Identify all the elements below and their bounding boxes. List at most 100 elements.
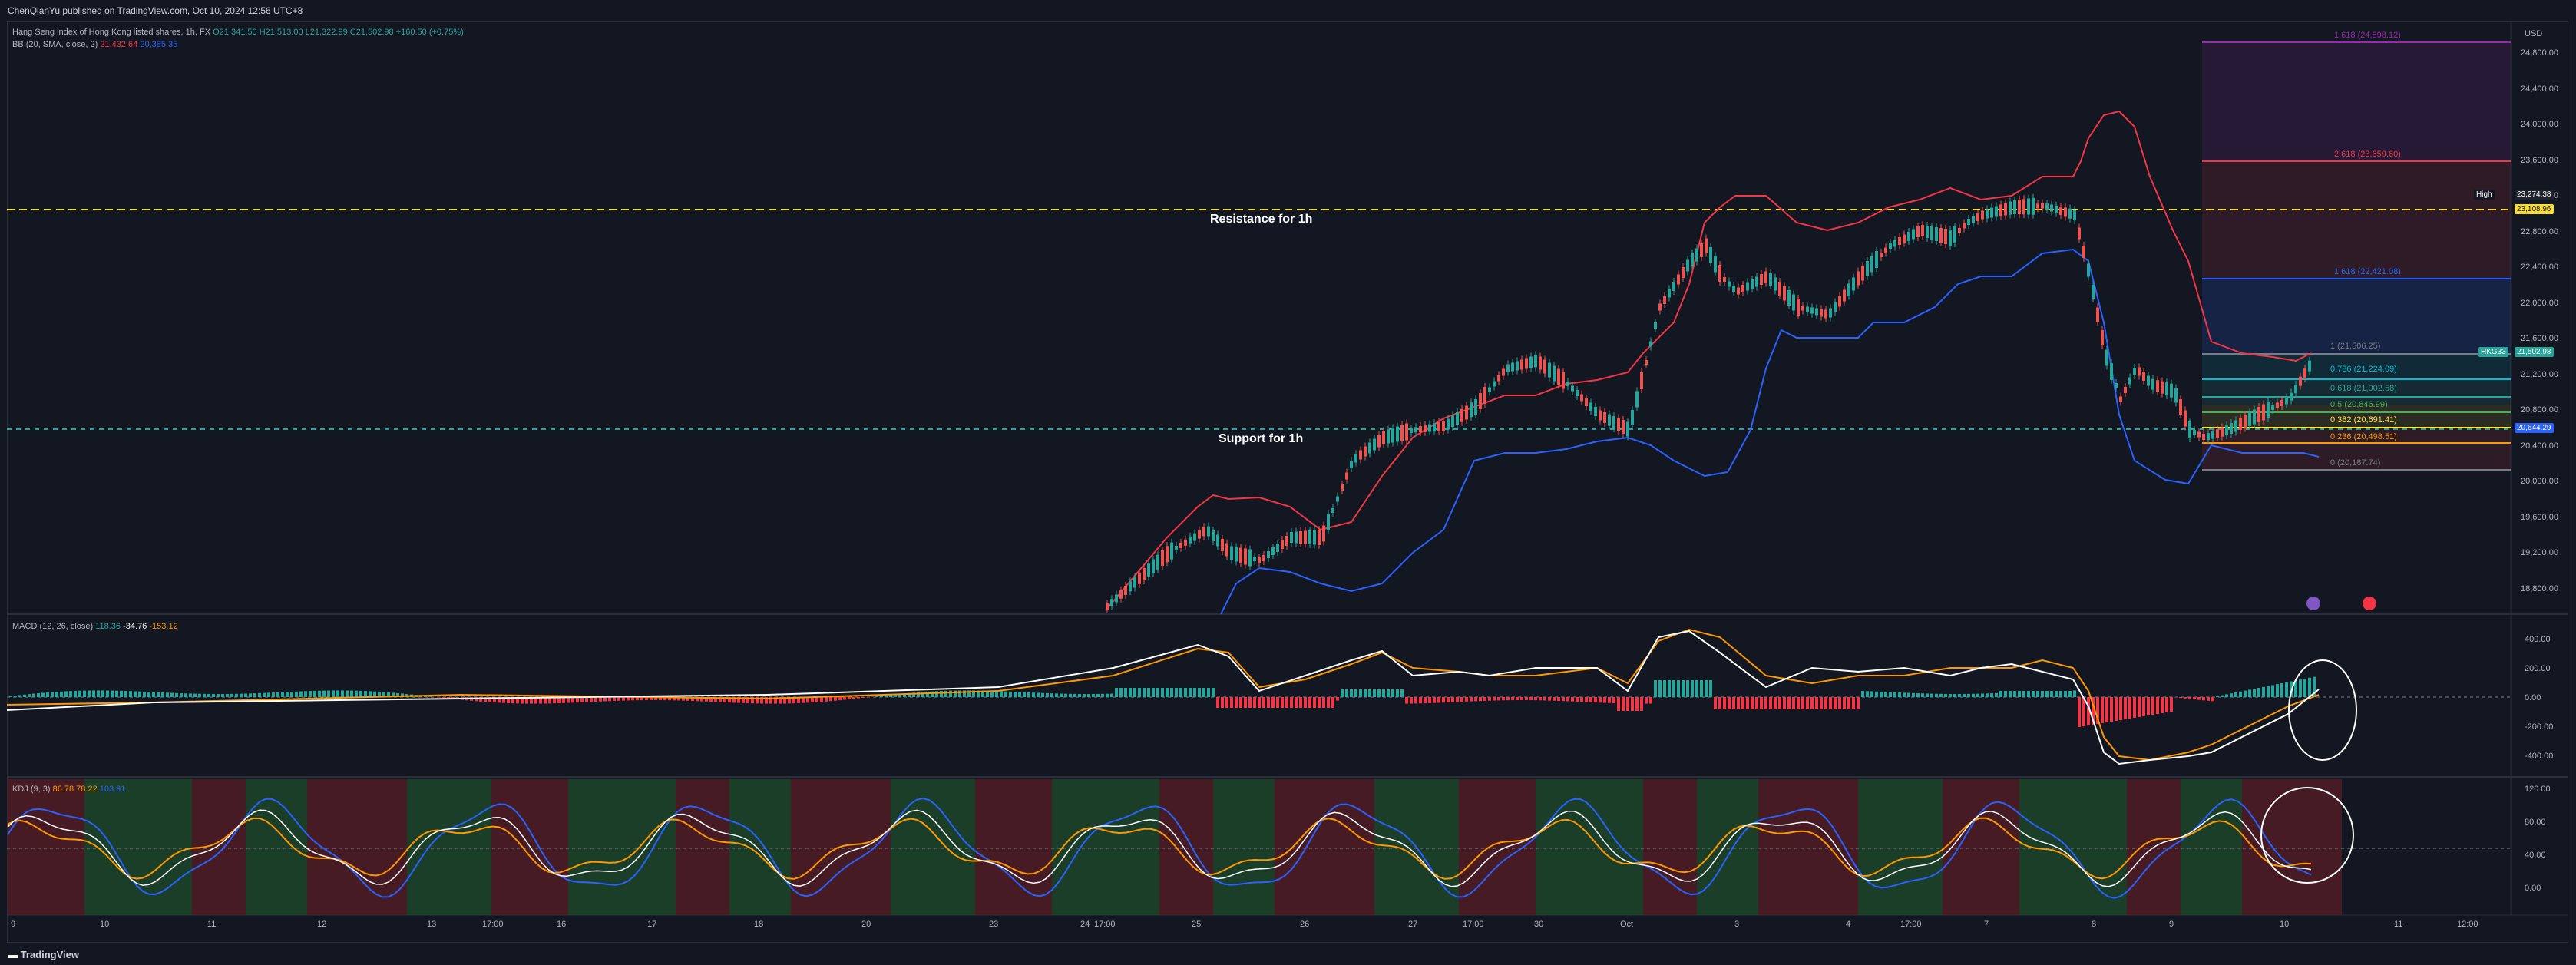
macd-bar [1986,693,1989,697]
fib-label-5: 0.618 (21,002.58) [2330,384,2397,393]
macd-bar [825,697,828,702]
macd-bar [1156,688,1159,697]
macd-bar [249,693,252,697]
kdj-band [246,779,307,915]
chart-canvas[interactable] [0,0,2576,965]
macd-bar [2239,691,2242,697]
macd-bar [1318,697,1321,708]
macd-bar [161,692,164,697]
macd-bar [152,692,155,697]
macd-bar [995,691,998,697]
macd-bar [2018,691,2021,697]
macd-bar [1000,691,1003,697]
fib-label-8: 0.236 (20,498.51) [2330,432,2397,441]
macd-bar [318,690,321,697]
macd-bar [1119,688,1123,697]
macd-bar [1553,697,1556,701]
macd-bar [1129,688,1132,697]
symbol-legend[interactable]: Hang Seng index of Hong Kong listed shar… [12,28,464,37]
price-axis-label-5: 22,800.00 [2521,226,2558,236]
macd-bar [2197,697,2201,700]
kdj-band [1697,779,1758,915]
macd-bar [253,693,256,697]
symbol-high: H21,513.00 [259,28,303,37]
time-axis-label-10: 23 [989,920,999,929]
macd-bar [834,697,837,701]
time-axis-label-20: 4 [1846,920,1851,929]
macd-bar [1705,680,1708,697]
time-axis-label-6: 16 [557,920,567,929]
macd-bar [843,697,846,700]
macd-bar [1718,697,1721,709]
macd-bar [115,690,118,697]
macd-bar [1843,697,1846,709]
macd-bar [198,693,201,697]
macd-bar [1064,693,1067,697]
currency-label[interactable]: USD [2525,29,2542,38]
support-annotation[interactable]: Support for 1h [1219,432,1303,446]
macd-bar [1004,691,1007,697]
time-axis-label-13: 25 [1192,920,1202,929]
resistance-annotation[interactable]: Resistance for 1h [1210,213,1312,226]
macd-bar [1999,691,2002,697]
macd-bar [2174,697,2178,698]
macd-bar [2073,690,2076,697]
macd-bar [1797,697,1800,709]
kdj-axis-label-2: 40.00 [2525,851,2546,860]
macd-bar [2133,697,2136,718]
macd-bar [1170,688,1173,697]
macd-axis-label-0: 400.00 [2525,635,2551,644]
macd-bar [69,691,72,697]
high-value-tag: 23,274.38 [2515,190,2554,200]
macd-bar [1810,697,1814,709]
macd-bar [1972,693,1975,697]
macd-bar [2059,691,2062,697]
macd-bar [2009,691,2012,697]
price-axis-label-11: 20,400.00 [2521,441,2558,451]
kdj-background [8,779,2342,915]
macd-bar [1884,692,1887,697]
macd-bar [217,693,220,697]
macd-axis-label-3: -200.00 [2525,722,2554,732]
lightning-icon[interactable] [2306,597,2320,610]
macd-bar [1083,693,1086,697]
macd-bar [2244,690,2247,697]
macd-legend[interactable]: MACD (12, 26, close) 118.36 -34.76 -153.… [12,622,178,631]
macd-bar [1189,688,1192,697]
kdj-label: KDJ (9, 3) [12,785,51,794]
bb-legend[interactable]: BB (20, SMA, close, 2) 21,432.64 20,385.… [12,40,177,49]
macd-bar [64,691,68,697]
macd-bar [1060,693,1063,697]
macd-bar [1585,697,1588,702]
macd-bar [1755,697,1758,709]
macd-bar [1391,689,1394,697]
macd-bar [327,690,330,697]
macd-bar [180,693,183,697]
macd-signal-value: -153.12 [149,622,178,631]
macd-bar [1695,680,1698,697]
macd-bar [23,694,26,697]
flag-icon[interactable] [2363,597,2376,610]
macd-bar [1963,693,1966,697]
macd-bar [1967,693,1970,697]
macd-bar [1322,697,1325,708]
time-axis-label-2: 11 [207,920,217,929]
macd-bar [2188,697,2191,699]
macd-bar [1787,697,1791,709]
macd-bar [2032,691,2035,697]
macd-bar [1014,692,1017,697]
macd-bar [613,697,616,702]
macd-bar [622,697,625,701]
kdj-legend[interactable]: KDJ (9, 3) 86.78 78.22 103.91 [12,785,125,794]
kdj-band [2019,779,2127,915]
time-axis-label-11: 17:00 [1094,920,1116,929]
macd-bar [18,695,21,697]
macd-bar [295,691,298,697]
macd-bar [1087,693,1090,697]
time-axis-label-12: 24 [1080,920,1090,929]
macd-bar [2303,679,2306,697]
macd-bar [1377,689,1381,697]
macd-bar [1741,697,1744,709]
macd-hist-value: 118.36 [95,622,121,631]
fib-label-9: 0 (20,187.74) [2330,458,2381,468]
